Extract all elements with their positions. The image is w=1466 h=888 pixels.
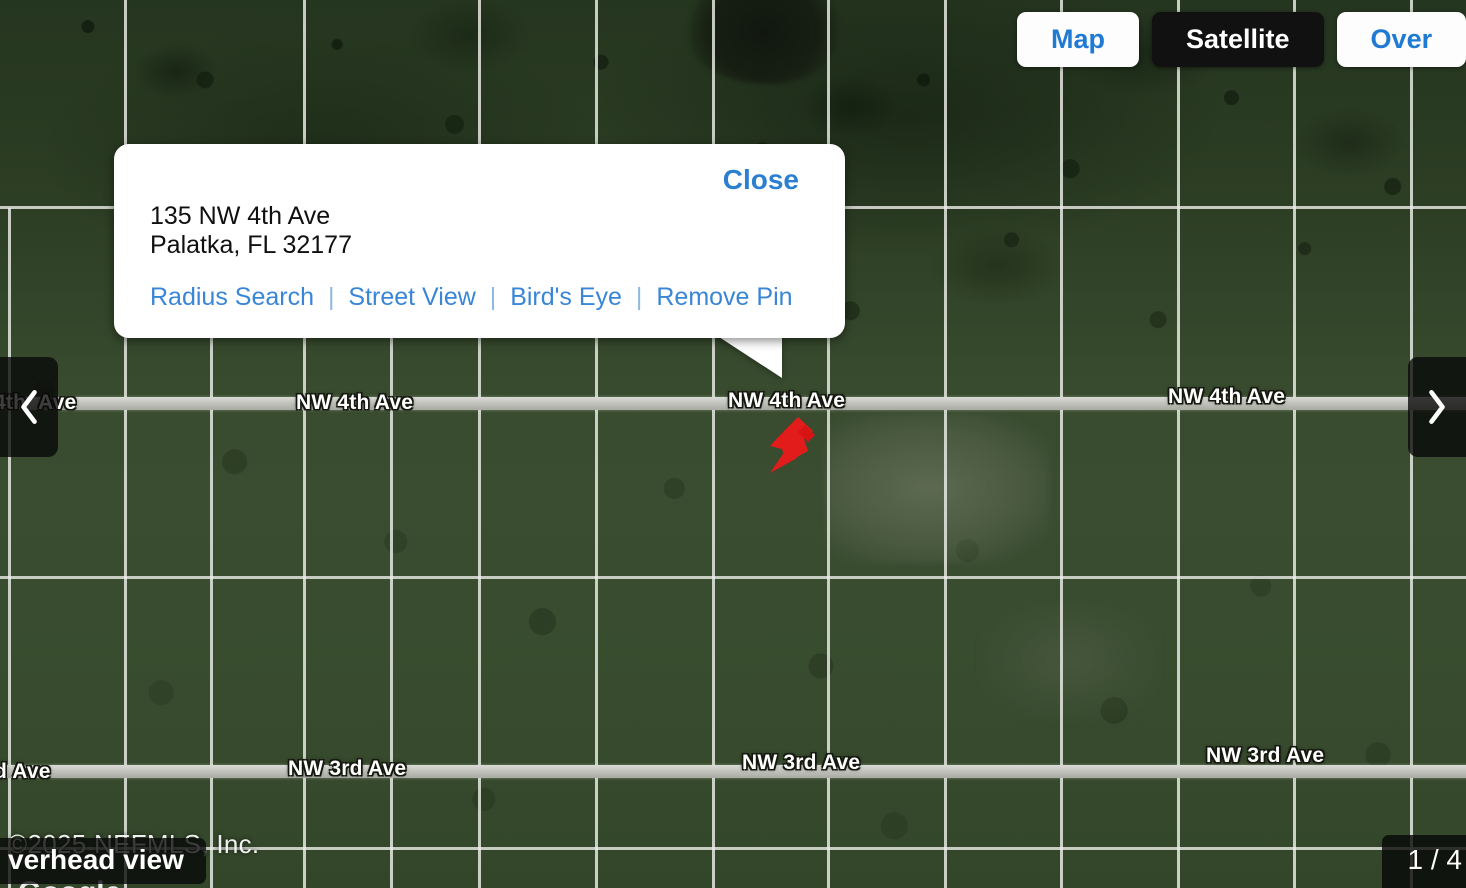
info-popup[interactable]: Close 135 NW 4th Ave Palatka, FL 32177 R…	[114, 144, 845, 338]
cleared-parcel-secondary	[980, 600, 1160, 720]
map-layer-button[interactable]: Map	[1017, 12, 1139, 67]
next-photo-button[interactable]	[1408, 357, 1466, 457]
chevron-left-icon	[18, 388, 40, 426]
cleared-parcel	[826, 412, 1050, 564]
map-pin-icon[interactable]	[764, 415, 824, 477]
road-label-nw-3rd-ave: NW 3rd Ave	[288, 757, 407, 780]
chevron-right-icon	[1426, 388, 1448, 426]
road-label-nw-4th-ave: NW 4th Ave	[296, 391, 414, 414]
remove-pin-link[interactable]: Remove Pin	[656, 283, 792, 311]
radius-search-link[interactable]: Radius Search	[150, 283, 314, 311]
view-mode-chip: verhead view	[0, 838, 206, 884]
close-link[interactable]: Close	[150, 166, 799, 194]
satellite-layer-button[interactable]: Satellite	[1152, 12, 1324, 67]
link-separator: |	[635, 283, 643, 311]
overlay-layer-button[interactable]: Over	[1336, 12, 1466, 67]
link-separator: |	[327, 283, 335, 311]
road-label-nw-3rd-ave: d Ave	[0, 760, 51, 783]
address-line-2: Palatka, FL 32177	[150, 230, 352, 259]
road-label-nw-3rd-ave: NW 3rd Ave	[742, 751, 861, 774]
birds-eye-link[interactable]: Bird's Eye	[510, 283, 622, 311]
road-label-nw-4th-ave: NW 4th Ave	[728, 389, 846, 412]
popup-action-links: Radius Search | Street View | Bird's Eye…	[150, 283, 817, 312]
road-label-nw-4th-ave: NW 4th Ave	[1168, 385, 1286, 408]
address-block: 135 NW 4th Ave Palatka, FL 32177	[150, 202, 817, 259]
photo-counter: 1 / 4	[1381, 835, 1466, 888]
map-viewer[interactable]: 4th Ave NW 4th Ave NW 4th Ave NW 4th Ave…	[0, 0, 1466, 888]
road-label-nw-3rd-ave: NW 3rd Ave	[1206, 744, 1325, 767]
link-separator: |	[489, 283, 497, 311]
map-layer-switcher[interactable]: Map Satellite Over	[1017, 12, 1466, 67]
street-view-link[interactable]: Street View	[348, 283, 475, 311]
previous-photo-button[interactable]	[0, 357, 58, 457]
address-line-1: 135 NW 4th Ave	[150, 202, 331, 230]
